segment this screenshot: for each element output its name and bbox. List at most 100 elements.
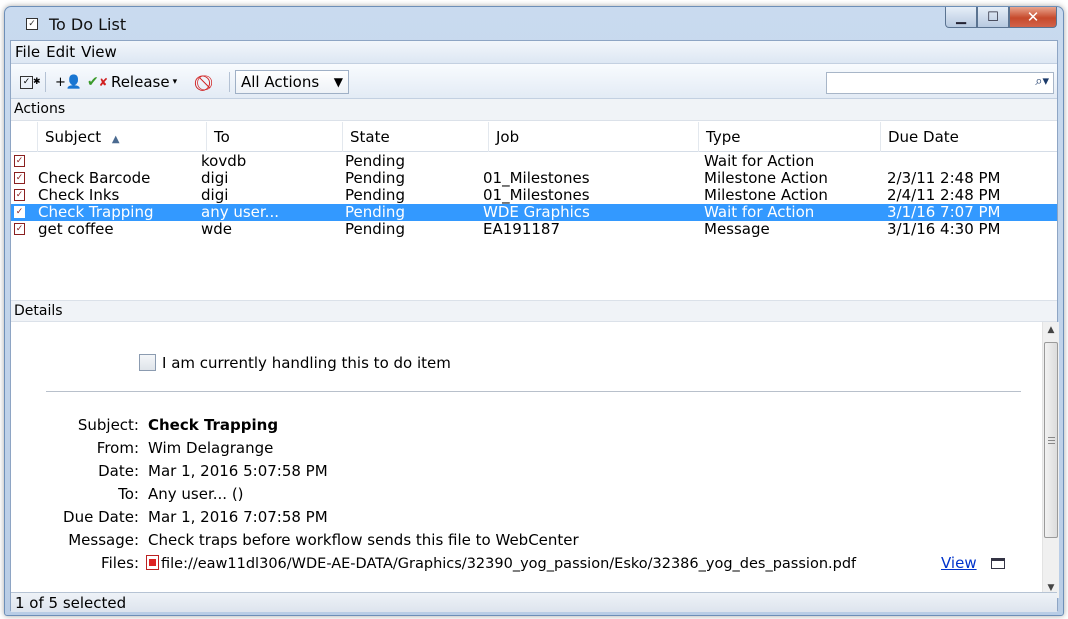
table-row[interactable]: ✓ get coffee wde Pending EA191187 Messag… <box>11 221 1057 238</box>
todo-window: ✓ To Do List ▁ ☐ ✕ File Edit View ✓ ✱ +👤 … <box>4 6 1064 616</box>
subject-label: Subject: <box>77 416 139 434</box>
row-job: 01_Milestones <box>483 187 590 204</box>
row-type: Milestone Action <box>704 187 828 204</box>
client-area: File Edit View ✓✱ +👤 ✔✘ Release ▾ ⃠◯ All… <box>10 40 1059 612</box>
column-header-due-date[interactable]: Due Date <box>880 122 1059 152</box>
handling-checkbox[interactable] <box>139 354 156 371</box>
todo-app-icon: ✓ <box>26 18 38 30</box>
column-header-job[interactable]: Job <box>488 122 698 152</box>
handling-checkbox-label: I am currently handling this to do item <box>162 354 451 372</box>
row-subject: Check Trapping <box>38 204 154 221</box>
menu-view[interactable]: View <box>81 43 117 61</box>
message-label: Message: <box>68 531 139 549</box>
release-x-icon: ✘ <box>98 75 108 89</box>
row-type: Milestone Action <box>704 170 828 187</box>
actions-filter-select[interactable]: All Actions ▼ <box>235 70 349 94</box>
release-button[interactable]: ✔ ✘ Release ▾ <box>87 73 177 91</box>
row-subject: Check Inks <box>38 187 120 204</box>
row-subject: Check Barcode <box>38 170 151 187</box>
row-state: Pending <box>345 153 405 170</box>
column-header-subject[interactable]: Subject ▲ <box>37 122 206 152</box>
from-label: From: <box>96 439 139 457</box>
status-text: 1 of 5 selected <box>11 592 1057 612</box>
assign-user-button[interactable]: +👤 <box>55 73 82 91</box>
search-input[interactable]: ⌕▾ <box>826 72 1054 94</box>
row-to: digi <box>201 170 229 187</box>
folder-icon[interactable] <box>991 558 1005 569</box>
menu-bar: File Edit View <box>11 41 1057 64</box>
todo-item-icon: ✓ <box>14 223 25 235</box>
prohibited-circle-icon: ◯ <box>194 73 211 91</box>
row-job: WDE Graphics <box>483 204 590 221</box>
search-icon[interactable]: ⌕▾ <box>1035 74 1049 89</box>
row-state: Pending <box>345 187 405 204</box>
menu-file[interactable]: File <box>15 43 40 61</box>
pdf-file-icon <box>146 555 159 570</box>
row-to: digi <box>201 187 229 204</box>
column-header-type[interactable]: Type <box>698 122 880 152</box>
row-type: Wait for Action <box>704 204 815 221</box>
window-title: To Do List <box>49 15 127 34</box>
row-due-date: 3/1/16 7:07 PM <box>887 204 1001 221</box>
menu-edit[interactable]: Edit <box>46 43 75 61</box>
row-state: Pending <box>345 170 405 187</box>
row-to: wde <box>201 221 233 238</box>
due-date-value: Mar 1, 2016 7:07:58 PM <box>148 508 328 526</box>
row-subject: get coffee <box>38 221 114 238</box>
file-path-link[interactable]: file://eaw11dl306/WDE-AE-DATA/Graphics/3… <box>161 556 856 572</box>
to-label: To: <box>118 485 139 503</box>
date-value: Mar 1, 2016 5:07:58 PM <box>148 462 328 480</box>
file-entry: file://eaw11dl306/WDE-AE-DATA/Graphics/3… <box>146 554 856 572</box>
table-row[interactable]: ✓ kovdb Pending Wait for Action <box>11 153 1057 170</box>
date-label: Date: <box>98 462 139 480</box>
scrollbar-thumb[interactable] <box>1044 342 1058 538</box>
files-label: Files: <box>101 554 139 572</box>
from-value: Wim Delagrange <box>148 439 274 457</box>
column-header-state[interactable]: State <box>342 122 488 152</box>
todo-item-icon: ✓ <box>14 206 25 218</box>
view-file-link[interactable]: View <box>941 554 977 572</box>
plus-icon: ✱ <box>33 77 41 87</box>
new-todo-button[interactable]: ✓ ✱ <box>20 73 41 91</box>
todo-item-icon: ✓ <box>14 189 25 201</box>
row-to: kovdb <box>201 153 247 170</box>
minimize-button[interactable]: ▁ <box>945 7 977 28</box>
details-section-label: Details <box>11 300 1057 322</box>
todo-item-icon: ✓ <box>14 155 25 167</box>
column-header-label: Subject <box>45 128 102 146</box>
grip-icon <box>1048 437 1055 444</box>
icon-column-header[interactable] <box>11 122 37 152</box>
window-controls: ▁ ☐ ✕ <box>945 7 1057 28</box>
row-due-date: 2/3/11 2:48 PM <box>887 170 1001 187</box>
scroll-up-icon[interactable]: ▲ <box>1043 322 1059 339</box>
row-due-date: 2/4/11 2:48 PM <box>887 187 1001 204</box>
row-due-date: 3/1/16 4:30 PM <box>887 221 1001 238</box>
details-scrollbar[interactable]: ▲ ▼ <box>1042 322 1059 598</box>
maximize-button[interactable]: ☐ <box>977 7 1009 28</box>
row-type: Wait for Action <box>704 153 815 170</box>
sort-ascending-icon: ▲ <box>111 134 120 145</box>
subject-value: Check Trapping <box>148 416 279 434</box>
column-header-to[interactable]: To <box>206 122 342 152</box>
chevron-down-icon: ▾ <box>172 77 178 87</box>
row-to: any user... <box>201 204 279 221</box>
message-value: Check traps before workflow sends this f… <box>148 531 579 549</box>
table-row[interactable]: ✓ Check Inks digi Pending 01_Milestones … <box>11 187 1057 204</box>
row-state: Pending <box>345 221 405 238</box>
actions-list: ✓ kovdb Pending Wait for Action ✓ Check … <box>11 153 1057 295</box>
row-job: 01_Milestones <box>483 170 590 187</box>
status-bar: 1 of 5 selected <box>11 592 1057 612</box>
toolbar: ✓✱ +👤 ✔✘ Release ▾ ⃠◯ All Actions ▼ ⌕▾ <box>11 64 1057 99</box>
release-check-icon: ✔ <box>87 74 99 90</box>
table-row-selected[interactable]: ✓ Check Trapping any user... Pending WDE… <box>11 204 1057 221</box>
table-row[interactable]: ✓ Check Barcode digi Pending 01_Mileston… <box>11 170 1057 187</box>
new-todo-icon: ✓ <box>20 75 33 89</box>
todo-item-icon: ✓ <box>14 172 25 184</box>
release-label: Release <box>110 73 170 91</box>
actions-filter-value: All Actions <box>241 73 320 91</box>
cancel-action-button[interactable]: ⃠◯ <box>194 73 211 91</box>
close-button[interactable]: ✕ <box>1009 7 1057 28</box>
title-bar[interactable]: ✓ To Do List ▁ ☐ ✕ <box>5 7 1063 40</box>
grid-header: Subject ▲ To State Job Type Due Date <box>11 122 1057 152</box>
to-value: Any user... () <box>148 485 244 503</box>
